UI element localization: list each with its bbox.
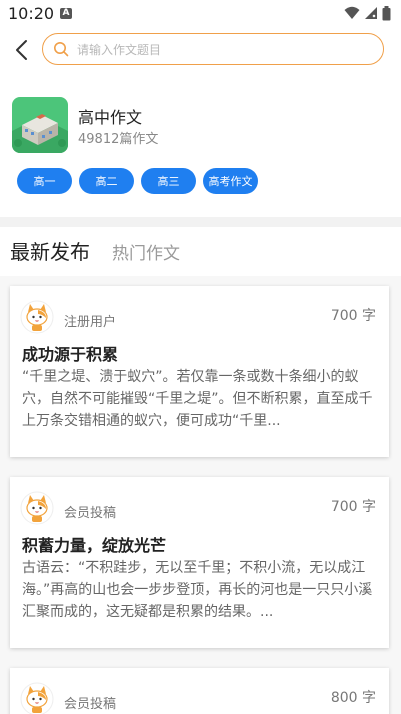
back-button[interactable] (6, 34, 36, 66)
essay-excerpt: 古语云：“不积跬步，无以至千里；不积小流，无以成江海。”再高的山也会一步步登顶，… (22, 560, 373, 620)
cat-avatar-icon (20, 491, 54, 525)
category-count: 49812篇作文 (78, 132, 159, 147)
tab-popular[interactable]: 热门作文 (112, 239, 180, 264)
grade-filter: 高一 高二 高三 高考作文 (0, 168, 401, 196)
essay-card[interactable]: 会员投稿 800 字 (10, 668, 389, 714)
status-bar: 10:20 A (0, 0, 401, 28)
signal-icon (365, 7, 377, 19)
chevron-left-icon (16, 40, 27, 60)
essay-author: 注册用户 (64, 315, 117, 330)
essay-author: 会员投稿 (64, 697, 117, 712)
search-icon (54, 42, 69, 57)
essay-card[interactable]: 会员投稿 700 字 积蓄力量，绽放光芒 古语云：“不积跬步，无以至千里；不积小… (10, 477, 389, 648)
grade-button[interactable]: 高一 (17, 168, 72, 194)
battery-icon (382, 5, 391, 20)
top-bar: 请输入作文题目 (0, 28, 401, 72)
grade-button[interactable]: 高考作文 (203, 168, 258, 194)
essay-list: 注册用户 700 字 成功源于积累 “千里之堤、溃于蚁穴”。若仅靠一条或数十条细… (0, 276, 401, 714)
tab-latest[interactable]: 最新发布 (10, 236, 90, 265)
essay-word-count: 800 字 (330, 690, 376, 706)
school-building-icon (12, 97, 68, 153)
essay-title: 积蓄力量，绽放光芒 (22, 536, 167, 555)
wifi-icon (344, 6, 360, 19)
status-time: 10:20 (8, 4, 55, 23)
category-header: 高中作文 49812篇作文 (0, 92, 401, 156)
category-title: 高中作文 (78, 108, 143, 127)
search-input[interactable]: 请输入作文题目 (42, 33, 384, 65)
section-divider (0, 217, 401, 227)
cat-avatar-icon (20, 682, 54, 714)
grade-button[interactable]: 高二 (79, 168, 134, 194)
grade-button[interactable]: 高三 (141, 168, 196, 194)
status-icons (344, 5, 391, 21)
notification-icon: A (60, 8, 72, 19)
cat-avatar-icon (20, 300, 54, 334)
essay-title: 成功源于积累 (22, 345, 119, 364)
tab-bar: 最新发布 热门作文 (0, 234, 401, 268)
essay-excerpt: “千里之堤、溃于蚁穴”。若仅靠一条或数十条细小的蚁穴，自然不可能摧毁“千里之堤”… (22, 369, 373, 429)
essay-card[interactable]: 注册用户 700 字 成功源于积累 “千里之堤、溃于蚁穴”。若仅靠一条或数十条细… (10, 286, 389, 457)
essay-author: 会员投稿 (64, 506, 117, 521)
search-placeholder: 请输入作文题目 (77, 42, 162, 57)
essay-word-count: 700 字 (330, 499, 376, 515)
essay-word-count: 700 字 (330, 308, 376, 324)
